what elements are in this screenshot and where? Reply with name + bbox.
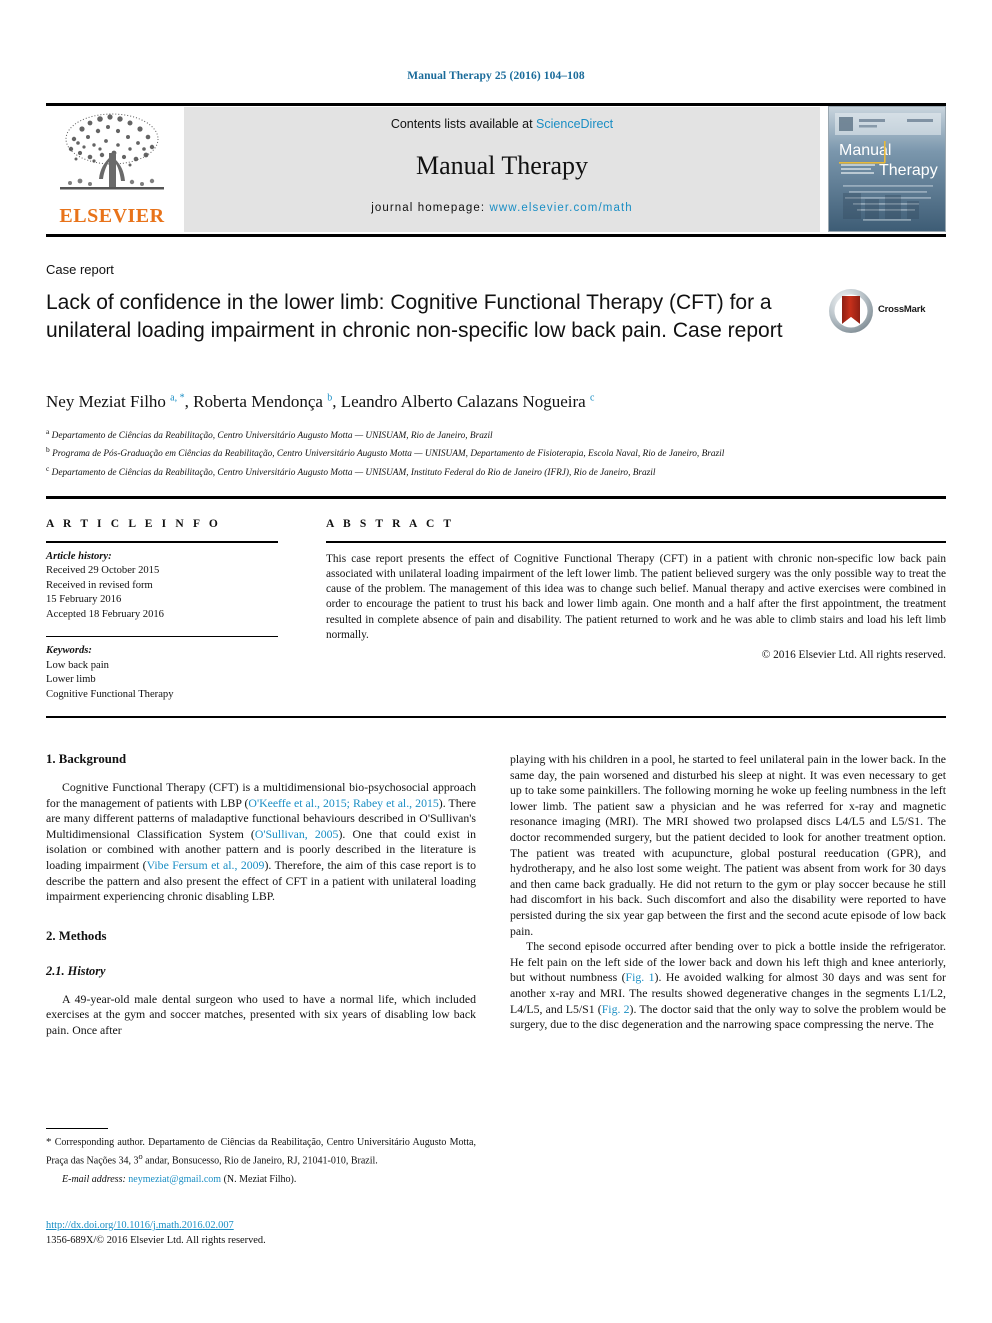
elsevier-wordmark: ELSEVIER (59, 205, 165, 227)
crossmark-label: CrossMark (878, 304, 926, 315)
keyword-item: Low back pain (46, 659, 109, 671)
crossmark-icon (829, 289, 873, 333)
keyword-item: Lower limb (46, 674, 96, 686)
journal-info-band: Contents lists available at ScienceDirec… (184, 107, 820, 232)
page-title: Lack of confidence in the lower limb: Co… (46, 291, 783, 342)
article-history-label: Article history: (46, 550, 112, 562)
body-column-right: playing with his children in a pool, he … (510, 752, 946, 1033)
keywords-divider (46, 635, 278, 638)
section-heading-methods: 2. Methods (46, 928, 107, 943)
article-type-label: Case report (46, 262, 114, 277)
sciencedirect-link[interactable]: ScienceDirect (536, 117, 613, 131)
svg-text:Manual: Manual (839, 142, 891, 159)
footnote-block: * Corresponding author. Departamento de … (46, 1128, 476, 1186)
running-head: Manual Therapy 25 (2016) 104–108 (407, 70, 585, 82)
article-info-divider (46, 541, 278, 543)
second-episode-paragraph: The second episode occurred after bendin… (510, 939, 946, 1032)
email-owner: (N. Meziat Filho). (223, 1173, 297, 1185)
section-heading-background: 1. Background (46, 752, 127, 766)
article-history-block: Article history: Received 29 October 201… (46, 550, 296, 623)
email-note: E-mail address: neymeziat@gmail.com (N. … (46, 1173, 476, 1187)
abstract-divider (326, 541, 946, 544)
history-paragraph-continued: playing with his children in a pool, he … (510, 752, 946, 938)
article-info-column: A R T I C L E I N F O Article history: R… (46, 518, 296, 703)
journal-title: Manual Therapy (415, 151, 589, 180)
affiliation-item: c Departamento de Ciências da Reabilitaç… (46, 462, 926, 480)
elsevier-tree-icon (60, 113, 164, 190)
article-history-item: Received in revised form (46, 579, 153, 591)
homepage-label: journal homepage: (371, 202, 490, 214)
journal-article-page: Manual Therapy 25 (2016) 104–108 ELSEVIE… (0, 0, 992, 1323)
background-paragraph: Cognitive Functional Therapy (CFT) is a … (46, 780, 476, 904)
contents-prefix: Contents lists available at (390, 117, 537, 131)
svg-text:Therapy: Therapy (879, 162, 938, 179)
affiliation-text: Programa de Pós-Graduação em Ciências da… (52, 449, 725, 460)
masthead-rule-bottom (46, 234, 946, 237)
keywords-label: Keywords: (46, 645, 92, 657)
homepage-url-link[interactable]: www.elsevier.com/math (490, 202, 633, 214)
affiliation-text: Departamento de Ciências da Reabilitação… (51, 431, 493, 442)
affiliation-mark: b (46, 445, 50, 455)
abstract-heading: A B S T R A C T (326, 518, 455, 530)
article-history-item: Received 29 October 2015 (46, 565, 160, 577)
email-label: E-mail address: (62, 1173, 126, 1185)
doi-block: http://dx.doi.org/10.1016/j.math.2016.02… (46, 1218, 476, 1248)
abstract-column: A B S T R A C T This case report present… (326, 518, 946, 661)
email-link[interactable]: neymeziat@gmail.com (128, 1174, 221, 1185)
info-band-rule-bottom (46, 716, 946, 718)
author-list: Ney Meziat Filho a, *, Roberta Mendonça … (46, 392, 595, 411)
body-column-left: 1. Background Cognitive Functional Thera… (46, 752, 476, 1039)
elsevier-logo: ELSEVIER (46, 107, 176, 232)
corresponding-author-note: * Corresponding author. Departamento de … (46, 1136, 476, 1167)
affiliation-item: a Departamento de Ciências da Reabilitaç… (46, 425, 926, 443)
journal-masthead: ELSEVIER Contents lists available at Sci… (46, 104, 946, 232)
subsection-heading-history: 2.1. History (46, 963, 106, 978)
keywords-block: Keywords: Low back pain Lower limb Cogni… (46, 644, 296, 702)
contents-available-line: Contents lists available at ScienceDirec… (184, 117, 820, 131)
cover-artwork-icon: Manual Therapy (829, 107, 945, 231)
article-history-item: 15 February 2016 (46, 594, 122, 606)
issn-copyright-line: 1356-689X/© 2016 Elsevier Ltd. All right… (46, 1235, 266, 1246)
affiliation-mark: a (46, 427, 50, 436)
article-history-item: Accepted 18 February 2016 (46, 608, 164, 620)
affiliation-list: a Departamento de Ciências da Reabilitaç… (46, 425, 926, 480)
history-paragraph: A 49-year-old male dental surgeon who us… (46, 991, 476, 1037)
journal-cover-thumbnail[interactable]: Manual Therapy (828, 106, 946, 232)
abstract-copyright: © 2016 Elsevier Ltd. All rights reserved… (761, 648, 946, 661)
article-info-heading: A R T I C L E I N F O (46, 518, 221, 530)
affiliation-text: Departamento de Ciências da Reabilitação… (51, 467, 656, 478)
affiliation-item: b Programa de Pós-Graduação em Ciências … (46, 443, 926, 461)
journal-homepage-line: journal homepage: www.elsevier.com/math (184, 202, 820, 214)
crossmark-badge[interactable]: CrossMark (828, 288, 938, 336)
doi-link[interactable]: http://dx.doi.org/10.1016/j.math.2016.02… (46, 1218, 476, 1233)
keyword-item: Cognitive Functional Therapy (46, 688, 174, 700)
affiliation-mark: c (46, 463, 50, 473)
info-band-rule-top (46, 496, 946, 499)
abstract-text: This case report presents the effect of … (326, 553, 946, 641)
footnote-divider (46, 1128, 108, 1130)
